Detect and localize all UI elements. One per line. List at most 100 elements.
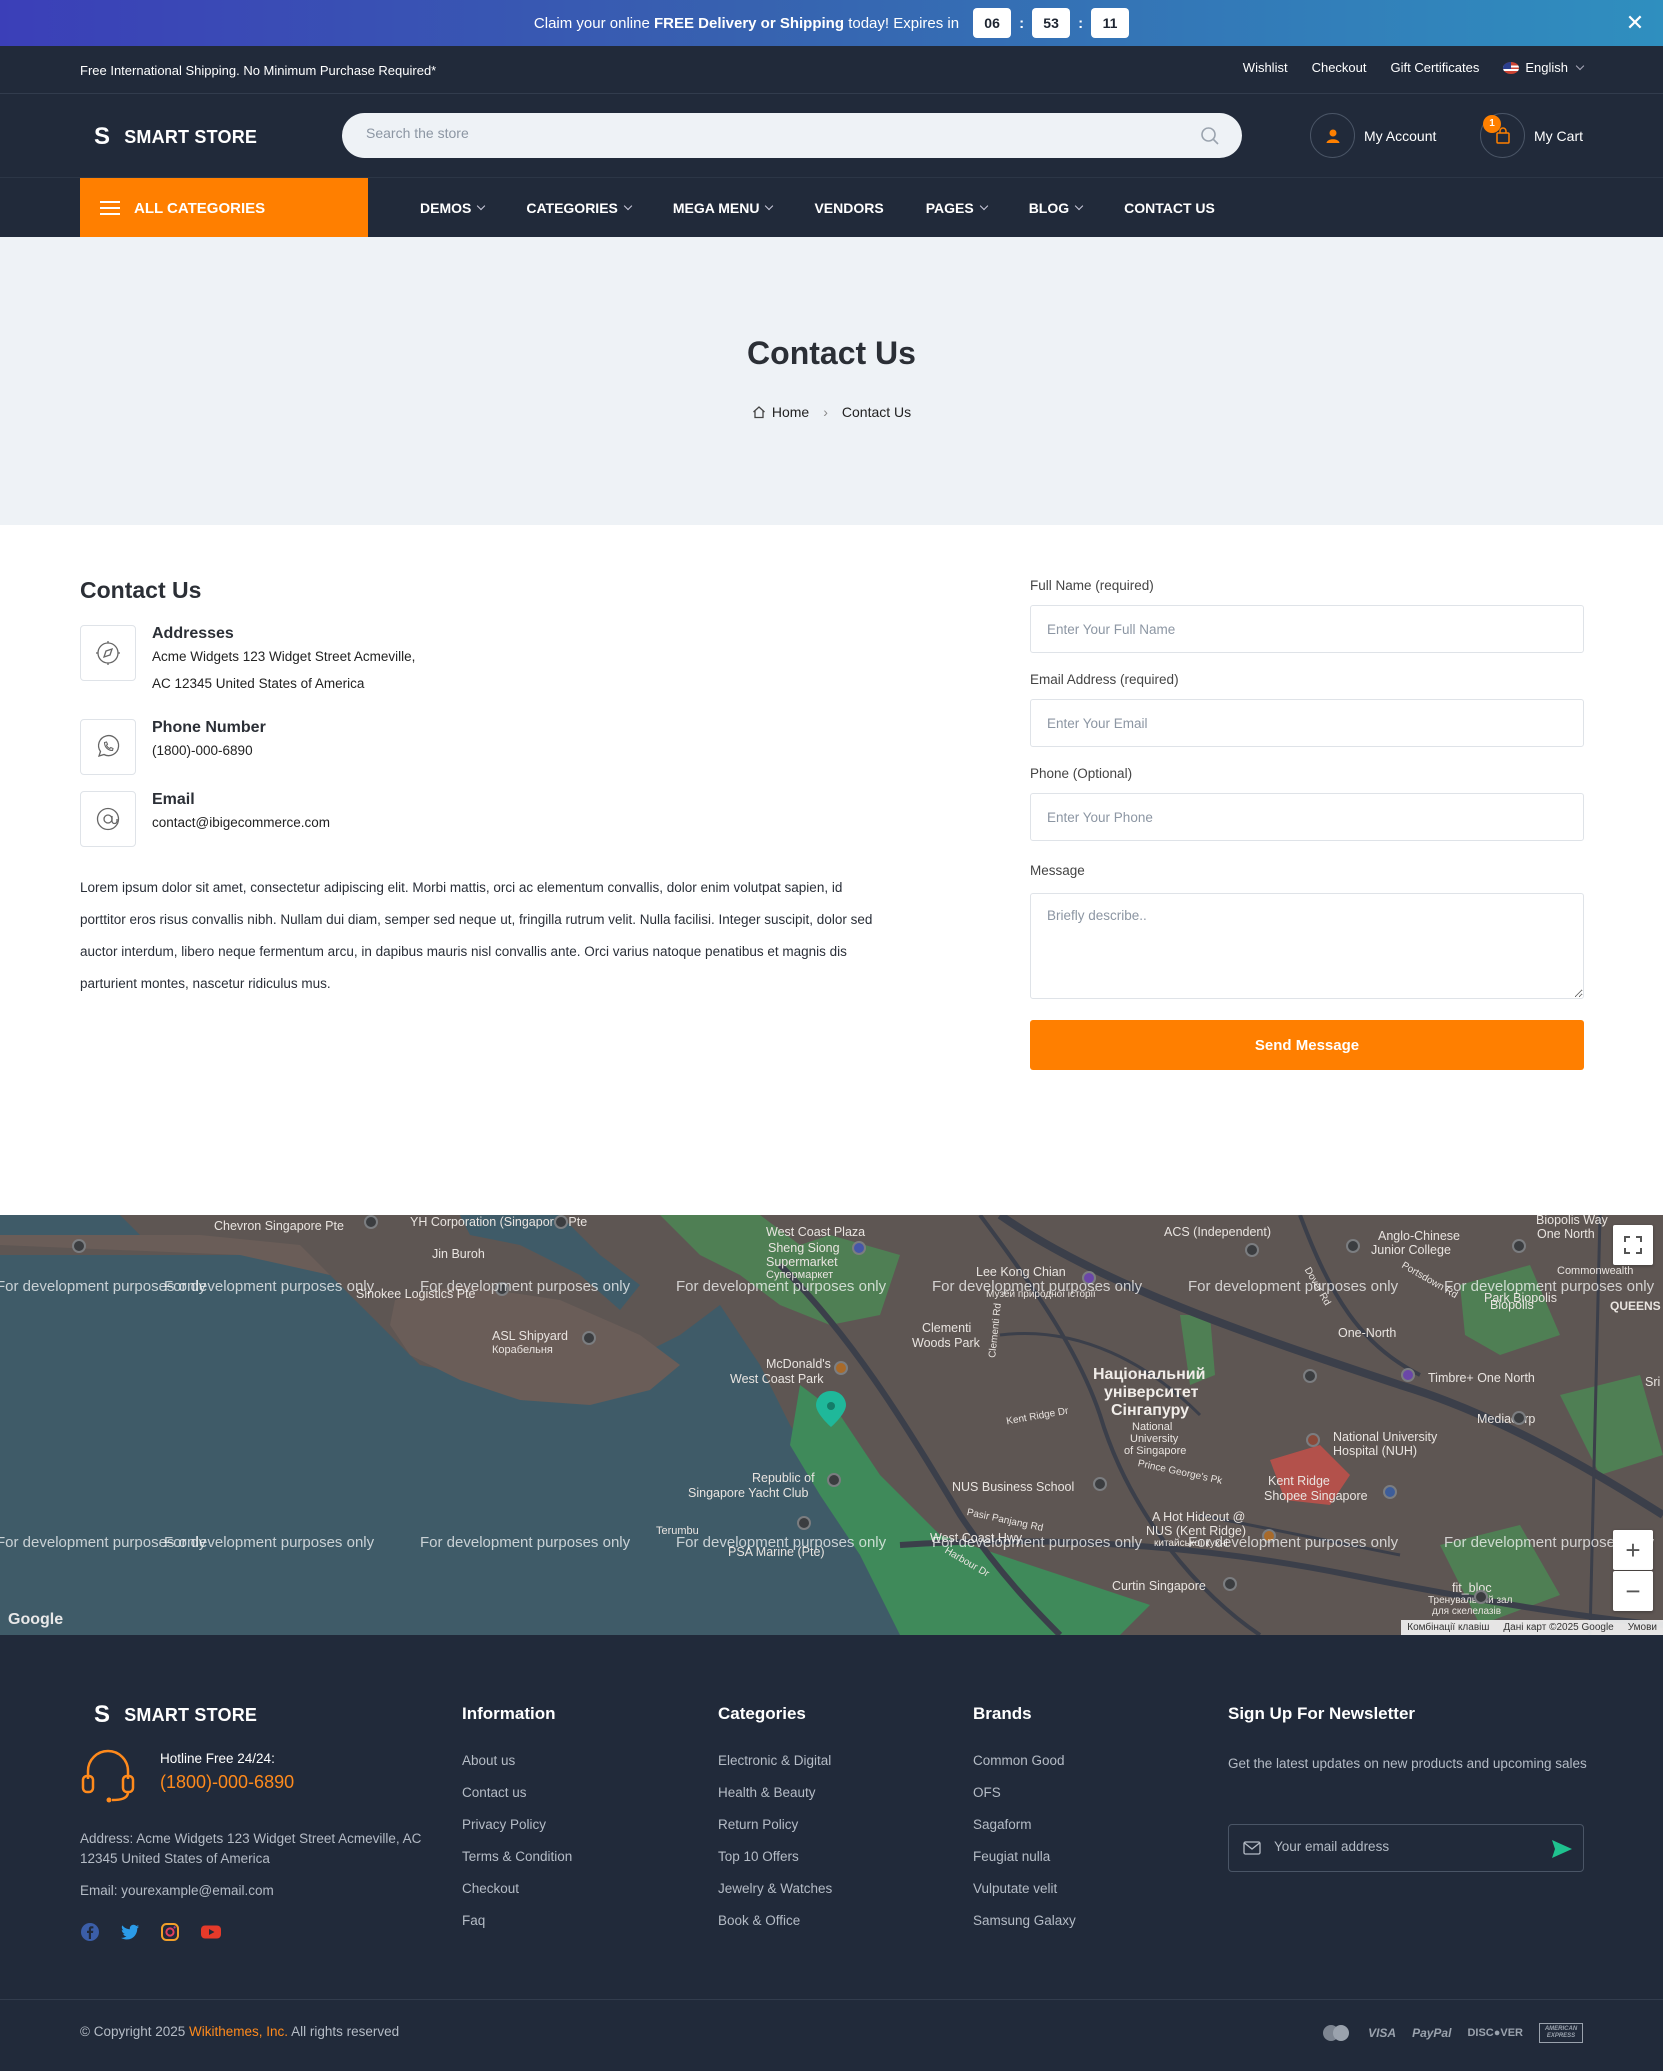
countdown: 06 : 53 : 11 (973, 8, 1130, 38)
message-textarea[interactable] (1030, 893, 1584, 999)
map-terms-link[interactable]: Умови (1628, 1622, 1657, 1633)
dev-watermark: For development purposes only (676, 1534, 887, 1551)
full-name-label: Full Name (required) (1030, 578, 1154, 593)
nav-vendors[interactable]: VENDORS (814, 200, 883, 216)
copyright-brand-link[interactable]: Wikithemes, Inc. (189, 2024, 288, 2039)
phone-value[interactable]: (1800)-000-6890 (152, 737, 266, 764)
breadcrumb-home[interactable]: Home (772, 404, 809, 420)
brands-heading: Brands (973, 1704, 1032, 1723)
nav-blog[interactable]: BLOG (1029, 200, 1084, 216)
poi-marker-icon (1474, 1590, 1488, 1604)
wishlist-link[interactable]: Wishlist (1243, 60, 1288, 75)
phone-input[interactable] (1030, 793, 1584, 841)
poi-marker-icon (1401, 1368, 1415, 1382)
instagram-icon[interactable] (160, 1922, 180, 1942)
footer-link[interactable]: Electronic & Digital (718, 1753, 832, 1785)
page-hero: Contact Us Home › Contact Us (0, 237, 1663, 525)
nav-contact-us-label: CONTACT US (1124, 200, 1215, 216)
user-icon (1310, 113, 1355, 158)
logo-mark: S (94, 123, 111, 150)
zoom-in-button[interactable]: + (1613, 1530, 1653, 1570)
map-data-credit: Дані карт ©2025 Google (1503, 1622, 1614, 1633)
map-label: Supermarket (766, 1255, 838, 1269)
newsletter-email-input[interactable] (1274, 1839, 1524, 1854)
footer-link[interactable]: Vulputate velit (973, 1881, 1076, 1913)
dev-watermark: For development purposes only (1188, 1278, 1399, 1295)
send-icon[interactable] (1551, 1839, 1573, 1859)
footer-link[interactable]: Health & Beauty (718, 1785, 832, 1817)
nav-pages[interactable]: PAGES (926, 200, 988, 216)
footer-link[interactable]: About us (462, 1753, 572, 1785)
search-icon[interactable] (1200, 126, 1220, 146)
map-label: One North (1537, 1227, 1595, 1241)
keyboard-shortcuts-link[interactable]: Комбінації клавіш (1407, 1622, 1489, 1633)
footer-link[interactable]: Privacy Policy (462, 1817, 572, 1849)
close-icon[interactable]: ✕ (1623, 11, 1647, 35)
gift-certificates-link[interactable]: Gift Certificates (1391, 60, 1480, 75)
footer-link[interactable]: Contact us (462, 1785, 572, 1817)
map-label: університет (1104, 1384, 1199, 1401)
footer-link[interactable]: Return Policy (718, 1817, 832, 1849)
footer-link[interactable]: Checkout (462, 1881, 572, 1913)
nav-vendors-label: VENDORS (814, 200, 884, 216)
info-heading: Information (462, 1704, 556, 1723)
footer-logo-mark: S (94, 1701, 111, 1728)
footer-link[interactable]: Common Good (973, 1753, 1076, 1785)
facebook-icon[interactable] (80, 1922, 100, 1942)
footer-link[interactable]: Top 10 Offers (718, 1849, 832, 1881)
nav-categories[interactable]: CATEGORIES (526, 200, 633, 216)
map-label: Republic of (752, 1471, 815, 1485)
map-label: of Singapore (1124, 1445, 1187, 1457)
map-label: Commonwealth (1557, 1265, 1634, 1277)
footer-link[interactable]: Jewelry & Watches (718, 1881, 832, 1913)
chevron-right-icon: › (823, 404, 828, 420)
footer-link[interactable]: Samsung Galaxy (973, 1913, 1076, 1945)
search-input[interactable] (366, 125, 1166, 141)
map-label: National (1132, 1421, 1173, 1433)
map[interactable]: Chevron Singapore Pte YH Corporation (Si… (0, 1215, 1663, 1635)
dev-watermark: For development purposes only (420, 1278, 631, 1295)
send-message-button[interactable]: Send Message (1030, 1020, 1584, 1070)
logo[interactable]: S SMART STORE (94, 123, 257, 151)
all-categories-button[interactable]: ALL CATEGORIES (80, 178, 368, 238)
category-links: Electronic & Digital Health & Beauty Ret… (718, 1753, 832, 1945)
footer-email[interactable]: Email: yourexample@email.com (80, 1883, 274, 1898)
hotline-number[interactable]: (1800)-000-6890 (160, 1772, 294, 1793)
at-sign-icon (80, 791, 136, 847)
nav-contact-us[interactable]: CONTACT US (1124, 200, 1215, 216)
map-label: QUEENS (1610, 1299, 1661, 1313)
youtube-icon[interactable] (200, 1922, 222, 1942)
footer-logo-text: SMART STORE (124, 1704, 258, 1725)
breadcrumb: Home › Contact Us (0, 404, 1663, 420)
contact-heading: Contact Us (80, 577, 202, 603)
poi-marker-icon (1223, 1577, 1237, 1591)
footer-link[interactable]: OFS (973, 1785, 1076, 1817)
poi-marker-icon (827, 1473, 841, 1487)
map-label: ASL Shipyard (492, 1329, 568, 1343)
nav-demos[interactable]: DEMOS (420, 200, 486, 216)
language-select[interactable]: English (1503, 60, 1585, 75)
account-button[interactable]: My Account (1310, 113, 1436, 158)
chevron-down-icon (477, 201, 486, 211)
email-input[interactable] (1030, 699, 1584, 747)
footer-link[interactable]: Book & Office (718, 1913, 832, 1945)
headset-icon (81, 1749, 135, 1803)
menu-icon (100, 201, 120, 215)
fullscreen-icon[interactable] (1613, 1225, 1653, 1265)
footer-logo[interactable]: S SMART STORE (94, 1701, 257, 1729)
footer-link[interactable]: Feugiat nulla (973, 1849, 1076, 1881)
copyright-prefix: © Copyright 2025 (80, 2024, 186, 2039)
footer-link[interactable]: Faq (462, 1913, 572, 1945)
footer-link[interactable]: Sagaform (973, 1817, 1076, 1849)
footer-link[interactable]: Terms & Condition (462, 1849, 572, 1881)
checkout-link[interactable]: Checkout (1312, 60, 1367, 75)
discover-icon: DISC●VER (1467, 2027, 1523, 2039)
map-label: Singapore Yacht Club (688, 1486, 809, 1500)
twitter-icon[interactable] (120, 1922, 140, 1942)
full-name-input[interactable] (1030, 605, 1584, 653)
email-value[interactable]: contact@ibigecommerce.com (152, 809, 330, 836)
nav-mega-menu[interactable]: MEGA MENU (673, 200, 774, 216)
hotline-label: Hotline Free 24/24: (160, 1751, 275, 1766)
zoom-out-button[interactable]: − (1613, 1571, 1653, 1611)
map-label: ACS (Independent) (1164, 1225, 1272, 1239)
